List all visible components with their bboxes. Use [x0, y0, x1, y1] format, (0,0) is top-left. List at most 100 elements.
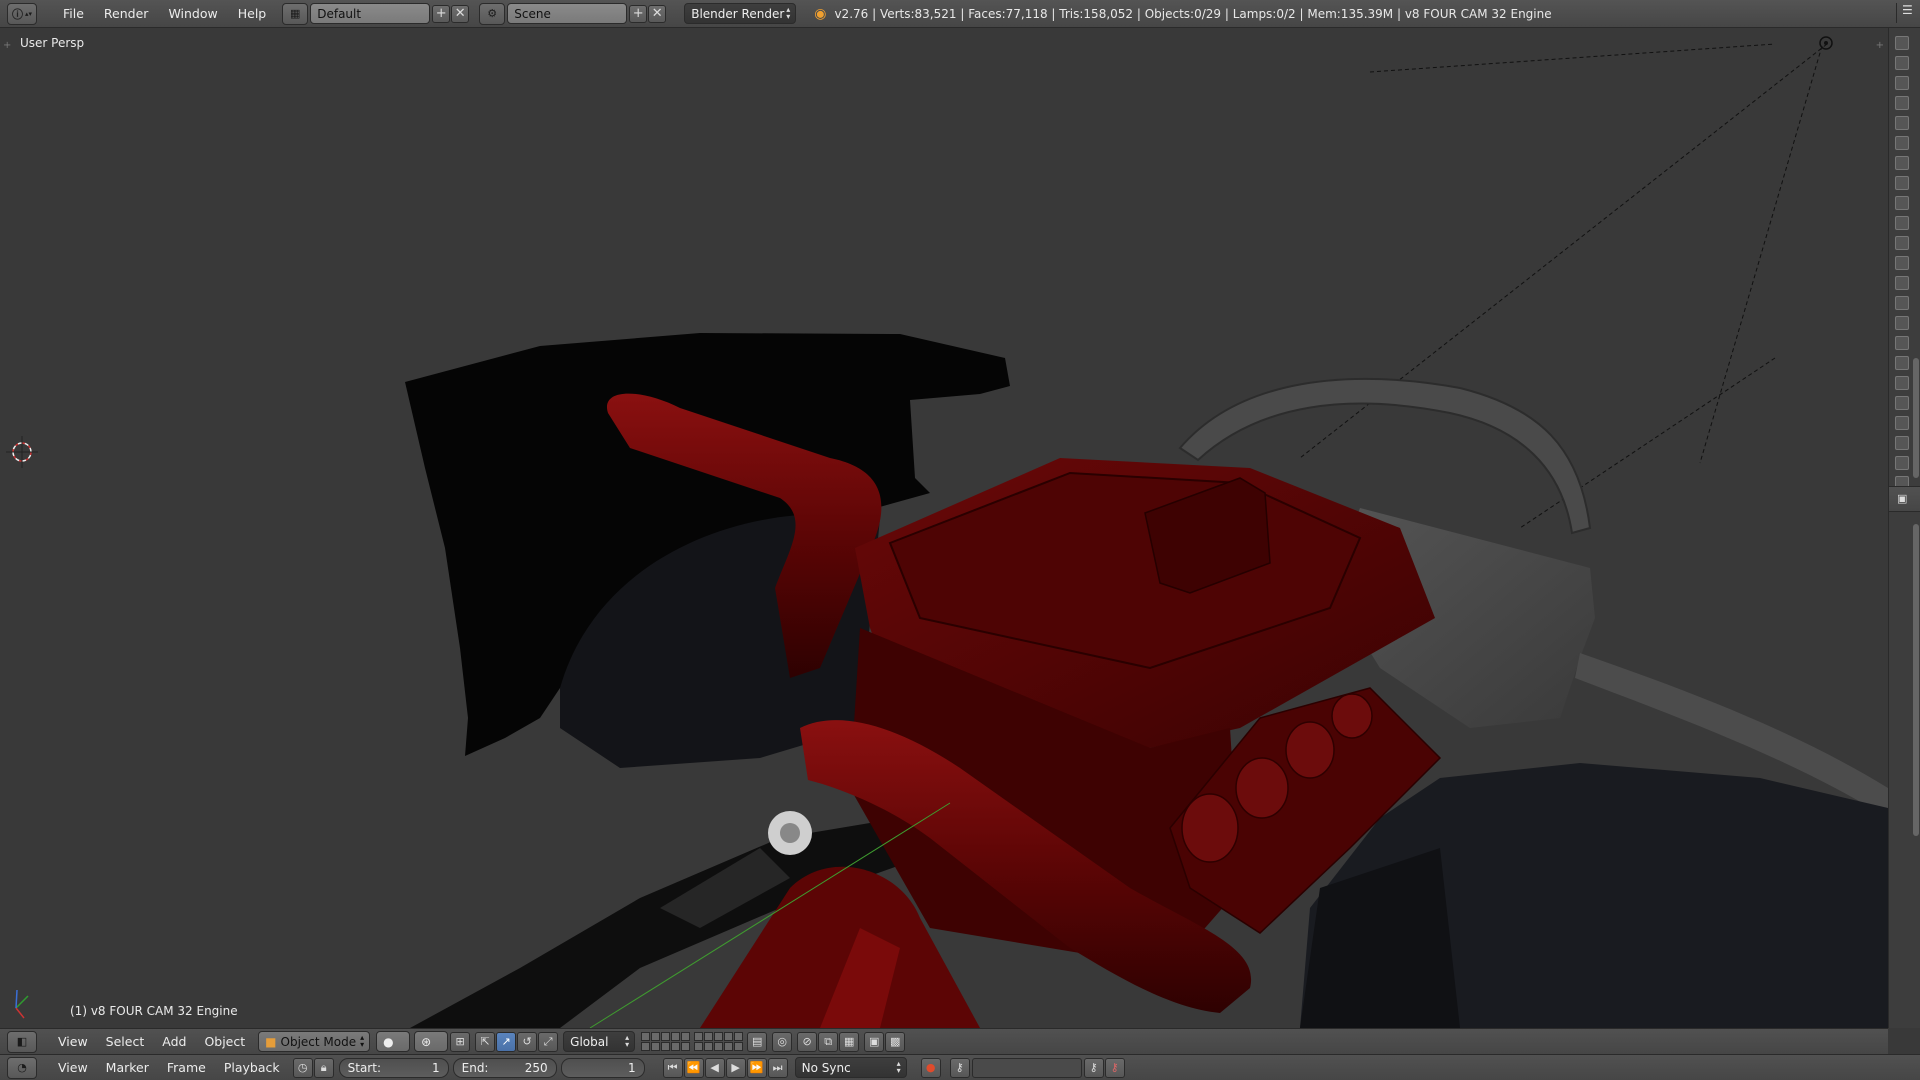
manipulator-toggle-icon[interactable]: ⊞: [450, 1031, 471, 1052]
record-icon[interactable]: ●: [920, 1057, 941, 1078]
scene-statistics: v2.76 | Verts:83,521 | Faces:77,118 | Tr…: [834, 6, 1552, 21]
next-keyframe-icon[interactable]: ⏩: [746, 1057, 767, 1078]
snap-element-icon[interactable]: ⧉: [818, 1031, 839, 1052]
outliner-row-icon[interactable]: [1895, 216, 1909, 230]
sync-mode-dropdown[interactable]: No Sync ▴ ▾: [794, 1057, 907, 1078]
outliner-row-icon[interactable]: [1895, 116, 1909, 130]
outliner-row-icon[interactable]: [1895, 256, 1909, 270]
insert-keyframe-icon[interactable]: ⚷: [1083, 1057, 1104, 1078]
preview-range-icon[interactable]: ◷: [292, 1057, 313, 1078]
end-frame-field[interactable]: End: 250: [452, 1057, 557, 1078]
keying-set-field[interactable]: [971, 1057, 1082, 1078]
menu-view[interactable]: View: [49, 1060, 97, 1075]
outliner-row-icon[interactable]: [1895, 356, 1909, 370]
3d-view-editor-type-button[interactable]: ◧: [7, 1030, 37, 1053]
outliner-row-icon[interactable]: [1895, 176, 1909, 190]
play-reverse-icon[interactable]: ◀: [704, 1057, 725, 1078]
viewport-shading-dropdown[interactable]: ●: [376, 1031, 411, 1052]
transform-orientation-dropdown[interactable]: Global ▴ ▾: [563, 1031, 636, 1052]
render-animation-icon[interactable]: ▩: [885, 1031, 906, 1052]
menu-add[interactable]: Add: [153, 1034, 195, 1049]
timeline-editor-type-button[interactable]: ◔: [7, 1056, 37, 1079]
interaction-mode-dropdown[interactable]: ■ Object Mode ▴ ▾: [258, 1031, 371, 1052]
lock-range-icon[interactable]: 🔒︎: [313, 1057, 334, 1078]
region-toggle-plus-icon[interactable]: +: [3, 40, 11, 51]
rotate-manipulator-icon[interactable]: ↗: [496, 1031, 517, 1052]
scene-layers-grid[interactable]: [641, 1032, 691, 1051]
outliner-scrollbar[interactable]: [1913, 358, 1919, 478]
outliner-row-icon[interactable]: [1895, 196, 1909, 210]
outliner-row-icon[interactable]: [1895, 396, 1909, 410]
menu-view[interactable]: View: [49, 1034, 97, 1049]
outliner-row-icon[interactable]: [1895, 296, 1909, 310]
lamp-icon[interactable]: [1819, 36, 1833, 50]
outliner-strip: ▣: [1888, 28, 1920, 1028]
lock-layers-icon[interactable]: ▤: [747, 1031, 768, 1052]
3d-cursor-icon[interactable]: [6, 436, 38, 468]
outliner-row-icon[interactable]: [1895, 236, 1909, 250]
outliner-editor-icon[interactable]: ☰: [1896, 3, 1918, 23]
scene-name-field[interactable]: Scene: [507, 3, 628, 24]
properties-editor-icon[interactable]: ▣: [1897, 492, 1907, 505]
menu-file[interactable]: File: [53, 0, 94, 28]
menu-render[interactable]: Render: [94, 0, 159, 28]
add-screen-button[interactable]: +: [432, 4, 451, 23]
outliner-row-icon[interactable]: [1895, 376, 1909, 390]
outliner-row-icon[interactable]: [1895, 316, 1909, 330]
transform-icon[interactable]: ⤢: [538, 1031, 559, 1052]
add-scene-button[interactable]: +: [629, 4, 648, 23]
outliner-row-icon[interactable]: [1895, 456, 1909, 470]
menu-marker[interactable]: Marker: [97, 1060, 158, 1075]
properties-scrollbar[interactable]: [1913, 524, 1919, 836]
render-still-icon[interactable]: ▣: [864, 1031, 885, 1052]
menu-select[interactable]: Select: [97, 1034, 154, 1049]
x-icon: ✕: [454, 6, 466, 21]
menu-playback[interactable]: Playback: [215, 1060, 289, 1075]
view-perspective-label: User Persp: [20, 36, 85, 50]
pivot-point-dropdown[interactable]: ⊛: [414, 1031, 449, 1052]
menu-object[interactable]: Object: [195, 1034, 254, 1049]
outliner-row-icon[interactable]: [1895, 36, 1909, 50]
screen-layout-selector[interactable]: ▦: [282, 2, 309, 25]
play-icon[interactable]: ▶: [725, 1057, 746, 1078]
outliner-row-icon[interactable]: [1895, 56, 1909, 70]
current-frame-field[interactable]: 1: [560, 1057, 645, 1078]
keying-icon[interactable]: ⚷: [949, 1057, 970, 1078]
region-toggle-plus-icon[interactable]: +: [1876, 40, 1884, 51]
snap-target-icon[interactable]: ▦: [839, 1031, 860, 1052]
outliner-row-icon[interactable]: [1895, 156, 1909, 170]
jump-end-icon[interactable]: ⏭: [767, 1057, 788, 1078]
scene-selector[interactable]: ⚙: [479, 2, 506, 25]
outliner-row-icon[interactable]: [1895, 76, 1909, 90]
prev-keyframe-icon[interactable]: ⏪: [683, 1057, 704, 1078]
proportional-edit-icon[interactable]: ◎: [772, 1031, 793, 1052]
jump-start-icon[interactable]: ⏮: [662, 1057, 683, 1078]
dropdown-arrows-icon: ▴ ▾: [786, 5, 791, 21]
snap-toggle-icon[interactable]: ⊘: [797, 1031, 818, 1052]
outliner-row-icon[interactable]: [1895, 436, 1909, 450]
start-frame-field[interactable]: Start: 1: [338, 1057, 449, 1078]
outliner-row-icon[interactable]: [1895, 96, 1909, 110]
delete-keyframe-icon[interactable]: ⚷: [1104, 1057, 1125, 1078]
outliner-row-icon[interactable]: [1895, 276, 1909, 290]
scale-manipulator-icon[interactable]: ↺: [517, 1031, 538, 1052]
outliner-row-icon[interactable]: [1895, 336, 1909, 350]
info-editor-type-button[interactable]: ⓘ ▴▾: [7, 2, 37, 25]
remove-scene-button[interactable]: ✕: [648, 4, 667, 23]
plus-icon: +: [435, 6, 447, 21]
dropdown-arrows-icon: ▴ ▾: [896, 1059, 901, 1075]
scene-layers-grid-2[interactable]: [694, 1032, 744, 1051]
outliner-row-icon[interactable]: [1895, 136, 1909, 150]
screen-layout-name-field[interactable]: Default: [310, 3, 431, 24]
timeline-header: ◔ View Marker Frame Playback ◷ 🔒︎ Start:…: [0, 1054, 1920, 1080]
3d-viewport[interactable]: User Persp (1) v8 FOUR CAM 32 Engine + +: [0, 28, 1888, 1028]
outliner-row-icon[interactable]: [1895, 416, 1909, 430]
render-engine-dropdown[interactable]: Blender Render ▴ ▾: [684, 3, 797, 24]
menu-help[interactable]: Help: [228, 0, 277, 28]
viewport-scene: [6, 36, 1888, 1028]
properties-header: ▣: [1889, 486, 1920, 512]
menu-frame[interactable]: Frame: [158, 1060, 215, 1075]
remove-screen-button[interactable]: ✕: [451, 4, 470, 23]
translate-manipulator-icon[interactable]: ⇱: [475, 1031, 496, 1052]
menu-window[interactable]: Window: [158, 0, 227, 28]
